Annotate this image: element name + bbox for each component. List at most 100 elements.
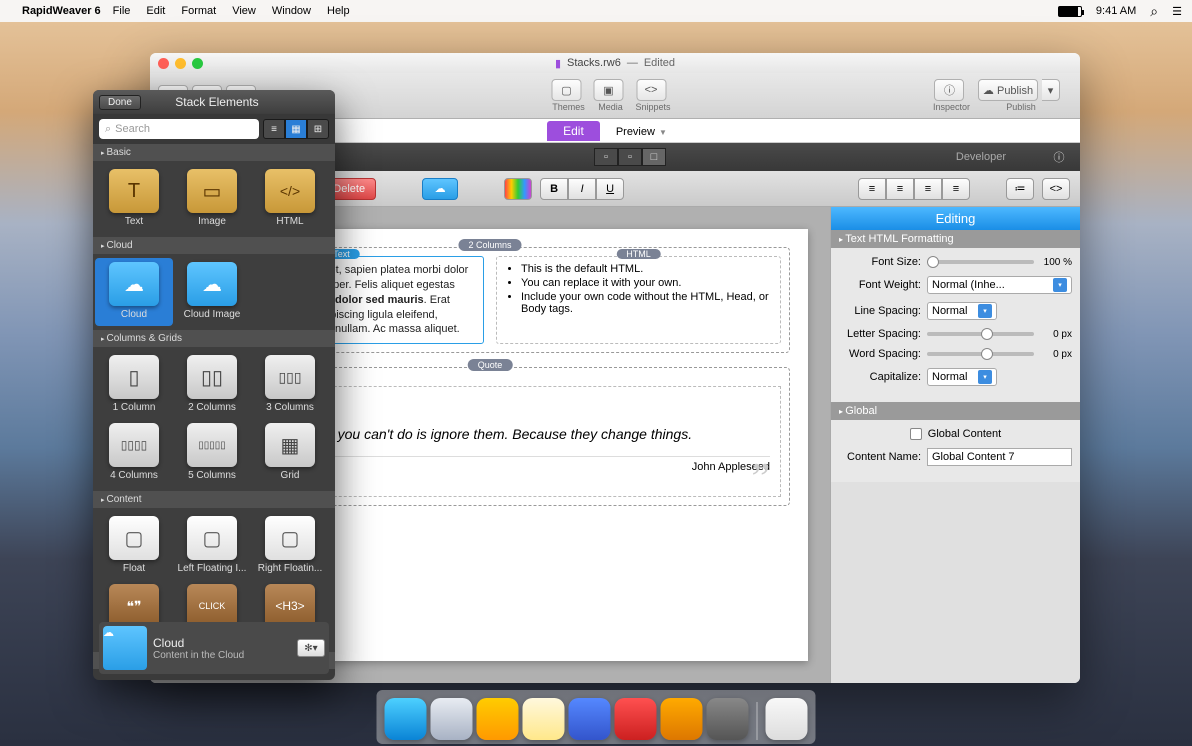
- responsive-tablet[interactable]: ▫: [618, 148, 642, 166]
- group-basic[interactable]: Basic: [93, 144, 335, 161]
- font-size-slider[interactable]: [927, 260, 1034, 264]
- item-cloud-image[interactable]: ☁Cloud Image: [173, 258, 251, 326]
- item-1column[interactable]: ▯1 Column: [95, 351, 173, 419]
- tab-edit[interactable]: Edit: [547, 121, 600, 141]
- list-button[interactable]: ≔: [1006, 178, 1034, 200]
- item-float[interactable]: ▢Float: [95, 512, 173, 580]
- detail-name: Cloud: [153, 636, 291, 650]
- publish-label: Publish: [1006, 102, 1036, 112]
- menu-file[interactable]: File: [113, 5, 131, 17]
- menu-window[interactable]: Window: [272, 5, 311, 17]
- inspector-button[interactable]: ⓘ: [934, 79, 964, 101]
- inspector-label: Inspector: [933, 102, 970, 112]
- panel-done-button[interactable]: Done: [99, 95, 141, 110]
- group-columns[interactable]: Columns & Grids: [93, 330, 335, 347]
- item-cloud[interactable]: ☁Cloud: [95, 258, 173, 326]
- line-spacing-label: Line Spacing:: [839, 305, 921, 317]
- dock-finder-icon[interactable]: [385, 698, 427, 740]
- group-content[interactable]: Content: [93, 491, 335, 508]
- dock-preview-icon[interactable]: [477, 698, 519, 740]
- code-button[interactable]: <>: [1042, 178, 1070, 200]
- info-icon[interactable]: ⓘ: [1050, 149, 1068, 165]
- font-weight-select[interactable]: Normal (Inhe...▾: [927, 276, 1072, 294]
- item-html[interactable]: </>HTML: [251, 165, 329, 233]
- html-stack[interactable]: HTML This is the default HTML. You can r…: [496, 256, 781, 344]
- dock-ibooks-icon[interactable]: [661, 698, 703, 740]
- search-icon: ⌕: [105, 123, 111, 136]
- word-spacing-slider[interactable]: [927, 352, 1034, 356]
- letter-spacing-value: 0 px: [1038, 329, 1072, 340]
- color-button[interactable]: [504, 178, 532, 200]
- item-4columns[interactable]: ▯▯▯▯4 Columns: [95, 419, 173, 487]
- spotlight-icon[interactable]: ⌕: [1150, 3, 1158, 20]
- cloud-button[interactable]: ☁: [422, 178, 458, 200]
- item-5columns[interactable]: ▯▯▯▯▯5 Columns: [173, 419, 251, 487]
- themes-label: Themes: [552, 102, 585, 112]
- close-icon[interactable]: [158, 58, 169, 69]
- tab-preview[interactable]: Preview▼: [600, 121, 683, 141]
- themes-button[interactable]: ▢: [551, 79, 581, 101]
- line-spacing-select[interactable]: Normal▾: [927, 302, 997, 320]
- item-left-float[interactable]: ▢Left Floating I...: [173, 512, 251, 580]
- section-global[interactable]: Global: [831, 402, 1080, 420]
- item-image[interactable]: ▭Image: [173, 165, 251, 233]
- item-3columns[interactable]: ▯▯▯3 Columns: [251, 351, 329, 419]
- align-left-button[interactable]: ≡: [858, 178, 886, 200]
- publish-button[interactable]: ☁ Publish: [978, 79, 1038, 101]
- global-content-checkbox[interactable]: [910, 428, 922, 440]
- section-text-formatting[interactable]: Text HTML Formatting: [831, 230, 1080, 248]
- clock[interactable]: 9:41 AM: [1096, 5, 1136, 17]
- list-icon[interactable]: ☰: [1172, 5, 1182, 18]
- html-content: This is the default HTML. You can replac…: [503, 263, 774, 315]
- media-label: Media: [598, 102, 623, 112]
- menu-view[interactable]: View: [232, 5, 256, 17]
- dock-settings-icon[interactable]: [707, 698, 749, 740]
- content-name-input[interactable]: Global Content 7: [927, 448, 1072, 466]
- italic-button[interactable]: I: [568, 178, 596, 200]
- developer-label: Developer: [956, 151, 1006, 163]
- minimize-icon[interactable]: [175, 58, 186, 69]
- item-2columns[interactable]: ▯▯2 Columns: [173, 351, 251, 419]
- dock-notes-icon[interactable]: [523, 698, 565, 740]
- word-spacing-label: Word Spacing:: [839, 348, 921, 360]
- item-grid[interactable]: ▦Grid: [251, 419, 329, 487]
- snippets-button[interactable]: <>: [636, 79, 666, 101]
- item-right-float[interactable]: ▢Right Floatin...: [251, 512, 329, 580]
- dock-itunes-icon[interactable]: [615, 698, 657, 740]
- battery-icon[interactable]: [1058, 6, 1082, 17]
- letter-spacing-slider[interactable]: [927, 332, 1034, 336]
- view-small-button[interactable]: ⊞: [307, 119, 329, 139]
- item-text[interactable]: TText: [95, 165, 173, 233]
- publish-menu-button[interactable]: ▾: [1042, 79, 1060, 101]
- view-grid-button[interactable]: ▦: [285, 119, 307, 139]
- zoom-icon[interactable]: [192, 58, 203, 69]
- dock-app1-icon[interactable]: [569, 698, 611, 740]
- doc-edited: Edited: [644, 57, 675, 69]
- bold-button[interactable]: B: [540, 178, 568, 200]
- menu-help[interactable]: Help: [327, 5, 350, 17]
- menu-edit[interactable]: Edit: [146, 5, 165, 17]
- app-name[interactable]: RapidWeaver 6: [22, 5, 101, 17]
- dock-safari-icon[interactable]: [431, 698, 473, 740]
- underline-button[interactable]: U: [596, 178, 624, 200]
- align-right-button[interactable]: ≡: [914, 178, 942, 200]
- dock-trash-icon[interactable]: [766, 698, 808, 740]
- menu-format[interactable]: Format: [181, 5, 216, 17]
- content-name-label: Content Name:: [839, 451, 921, 463]
- inspector-title: Editing: [831, 207, 1080, 230]
- menubar: RapidWeaver 6 File Edit Format View Wind…: [0, 0, 1192, 22]
- align-justify-button[interactable]: ≡: [942, 178, 970, 200]
- search-input[interactable]: ⌕Search: [99, 119, 259, 139]
- responsive-desktop[interactable]: □: [642, 148, 666, 166]
- gear-button[interactable]: ✻▾: [297, 639, 325, 657]
- media-button[interactable]: ▣: [593, 79, 623, 101]
- capitalize-label: Capitalize:: [839, 371, 921, 383]
- align-center-button[interactable]: ≡: [886, 178, 914, 200]
- responsive-mobile[interactable]: ▫: [594, 148, 618, 166]
- html-label: HTML: [616, 249, 661, 259]
- snippets-label: Snippets: [635, 102, 670, 112]
- view-list-button[interactable]: ≡: [263, 119, 285, 139]
- titlebar: ▮ Stacks.rw6 — Edited: [150, 53, 1080, 73]
- group-cloud[interactable]: Cloud: [93, 237, 335, 254]
- capitalize-select[interactable]: Normal▾: [927, 368, 997, 386]
